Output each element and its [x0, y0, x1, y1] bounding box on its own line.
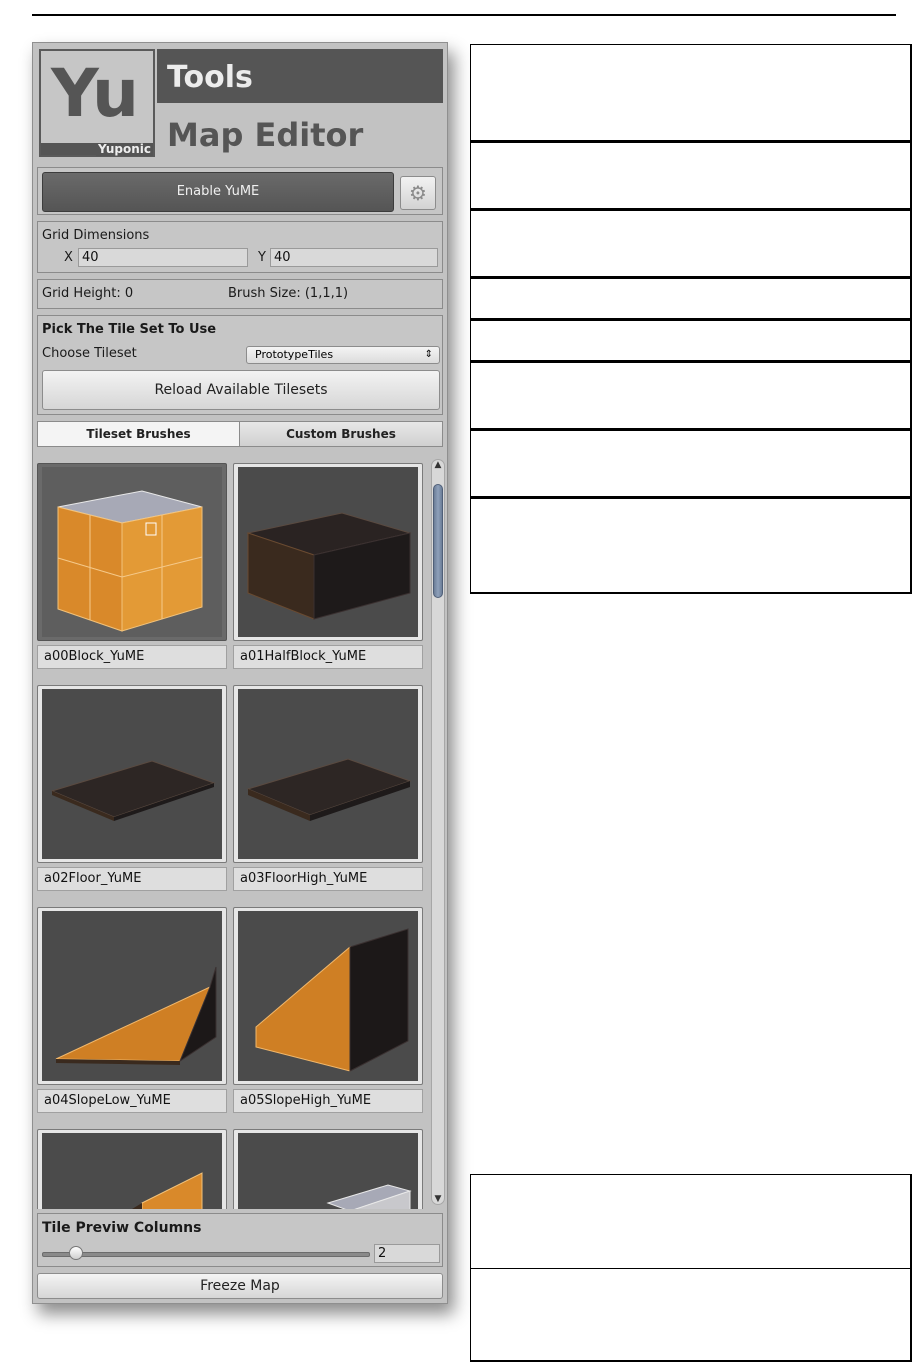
tile-name: a04SlopeLow_YuME [37, 1089, 227, 1113]
callout-box [470, 210, 912, 278]
scroll-down-arrow-icon[interactable]: ▼ [432, 1194, 444, 1204]
logo-map-editor-text: Map Editor [167, 116, 364, 154]
tile-preview[interactable] [37, 1129, 227, 1209]
grid-x-label: X [64, 250, 73, 265]
columns-value-field[interactable]: 2 [374, 1244, 440, 1263]
tab-tileset-brushes[interactable]: Tileset Brushes [38, 422, 240, 446]
slope-low-tile-icon [55, 966, 217, 1065]
tileset-section: Pick The Tile Set To Use Choose Tileset … [37, 315, 443, 415]
slope-high-tile-icon [255, 928, 409, 1072]
tile-preview[interactable] [233, 907, 423, 1085]
half-block-tile-icon [246, 512, 412, 620]
tile-thumbnail [42, 1133, 222, 1209]
wall-tile-icon [132, 1172, 203, 1209]
tile-thumbnail [42, 689, 222, 859]
tile-preview[interactable] [233, 685, 423, 863]
floor-tile-icon [50, 760, 216, 821]
callout-box [470, 1268, 912, 1362]
tab-custom-brushes[interactable]: Custom Brushes [240, 422, 442, 446]
top-rule [32, 14, 896, 16]
callout-box [470, 498, 912, 594]
logo-subtitle: Yuponic [96, 142, 153, 156]
callout-box [470, 278, 912, 320]
tile-thumbnail [238, 1133, 418, 1209]
grid-y-field[interactable]: 40 [270, 248, 438, 267]
callout-box [470, 1174, 912, 1270]
brush-tabs: Tileset Brushes Custom Brushes [37, 421, 443, 447]
logo-mark: Yu Yuponic [39, 49, 155, 157]
tile-grid: a00Block_YuME a01HalfBlock_YuME a02Floor… [33, 457, 429, 1209]
columns-slider-track[interactable] [42, 1252, 370, 1257]
enable-section: Enable YuME ⚙ [37, 167, 443, 215]
freeze-map-button[interactable]: Freeze Map [37, 1273, 443, 1299]
callout-box [470, 320, 912, 362]
tile-preview[interactable] [233, 1129, 423, 1209]
tile-thumbnail [238, 467, 418, 637]
settings-button[interactable]: ⚙ [400, 176, 436, 210]
block-tile-icon [57, 490, 203, 632]
logo-yu-text: Yu [51, 55, 139, 132]
tile-thumbnail [238, 911, 418, 1081]
columns-slider-knob[interactable] [68, 1246, 83, 1260]
tile-name: a03FloorHigh_YuME [233, 867, 423, 891]
step-tile-icon [326, 1184, 412, 1209]
tile-name: a01HalfBlock_YuME [233, 645, 423, 669]
tile-preview-columns-label: Tile Previw Columns [42, 1220, 202, 1236]
tile-preview-columns-section: Tile Previw Columns 2 [37, 1213, 443, 1267]
logo-tools-text: Tools [167, 60, 253, 95]
callout-box [470, 44, 912, 142]
tile-preview[interactable] [37, 685, 227, 863]
yume-editor-panel: Yu Yuponic Tools Map Editor Enable YuME … [32, 42, 448, 1304]
grid-status-section: Grid Height: 0 Brush Size: (1,1,1) [37, 279, 443, 309]
choose-tileset-label: Choose Tileset [42, 346, 137, 361]
tileset-selected-value: PrototypeTiles [255, 348, 334, 361]
reload-tilesets-button[interactable]: Reload Available Tilesets [42, 370, 440, 410]
callout-box [470, 362, 912, 430]
floor-high-tile-icon [246, 758, 412, 821]
tile-thumbnail [42, 467, 222, 637]
scrollbar-thumb[interactable] [433, 484, 443, 598]
grid-dimensions-section: Grid Dimensions X 40 Y 40 [37, 221, 443, 273]
tile-preview[interactable] [37, 907, 227, 1085]
tile-name: a02Floor_YuME [37, 867, 227, 891]
tileset-heading: Pick The Tile Set To Use [42, 322, 217, 337]
grid-y-label: Y [258, 250, 266, 265]
grid-x-field[interactable]: 40 [78, 248, 248, 267]
brush-size-text: Brush Size: (1,1,1) [228, 286, 349, 301]
enable-yume-button[interactable]: Enable YuME [42, 172, 394, 212]
callout-box [470, 142, 912, 210]
grid-dimensions-label: Grid Dimensions [42, 228, 150, 243]
dropdown-arrows-icon: ⇕ [424, 349, 433, 360]
tileset-dropdown[interactable]: PrototypeTiles ⇕ [246, 346, 440, 364]
tile-grid-scrollbar[interactable]: ▲ ▼ [431, 459, 445, 1205]
gears-icon: ⚙ [409, 181, 427, 205]
tile-thumbnail [238, 689, 418, 859]
tile-thumbnail [42, 911, 222, 1081]
scroll-up-arrow-icon[interactable]: ▲ [432, 460, 444, 470]
tile-name: a00Block_YuME [37, 645, 227, 669]
grid-height-text: Grid Height: 0 [42, 286, 134, 301]
tile-name: a05SlopeHigh_YuME [233, 1089, 423, 1113]
callout-box [470, 430, 912, 498]
yume-logo: Yu Yuponic Tools Map Editor [39, 49, 443, 161]
tile-preview[interactable] [37, 463, 227, 641]
tile-preview[interactable] [233, 463, 423, 641]
